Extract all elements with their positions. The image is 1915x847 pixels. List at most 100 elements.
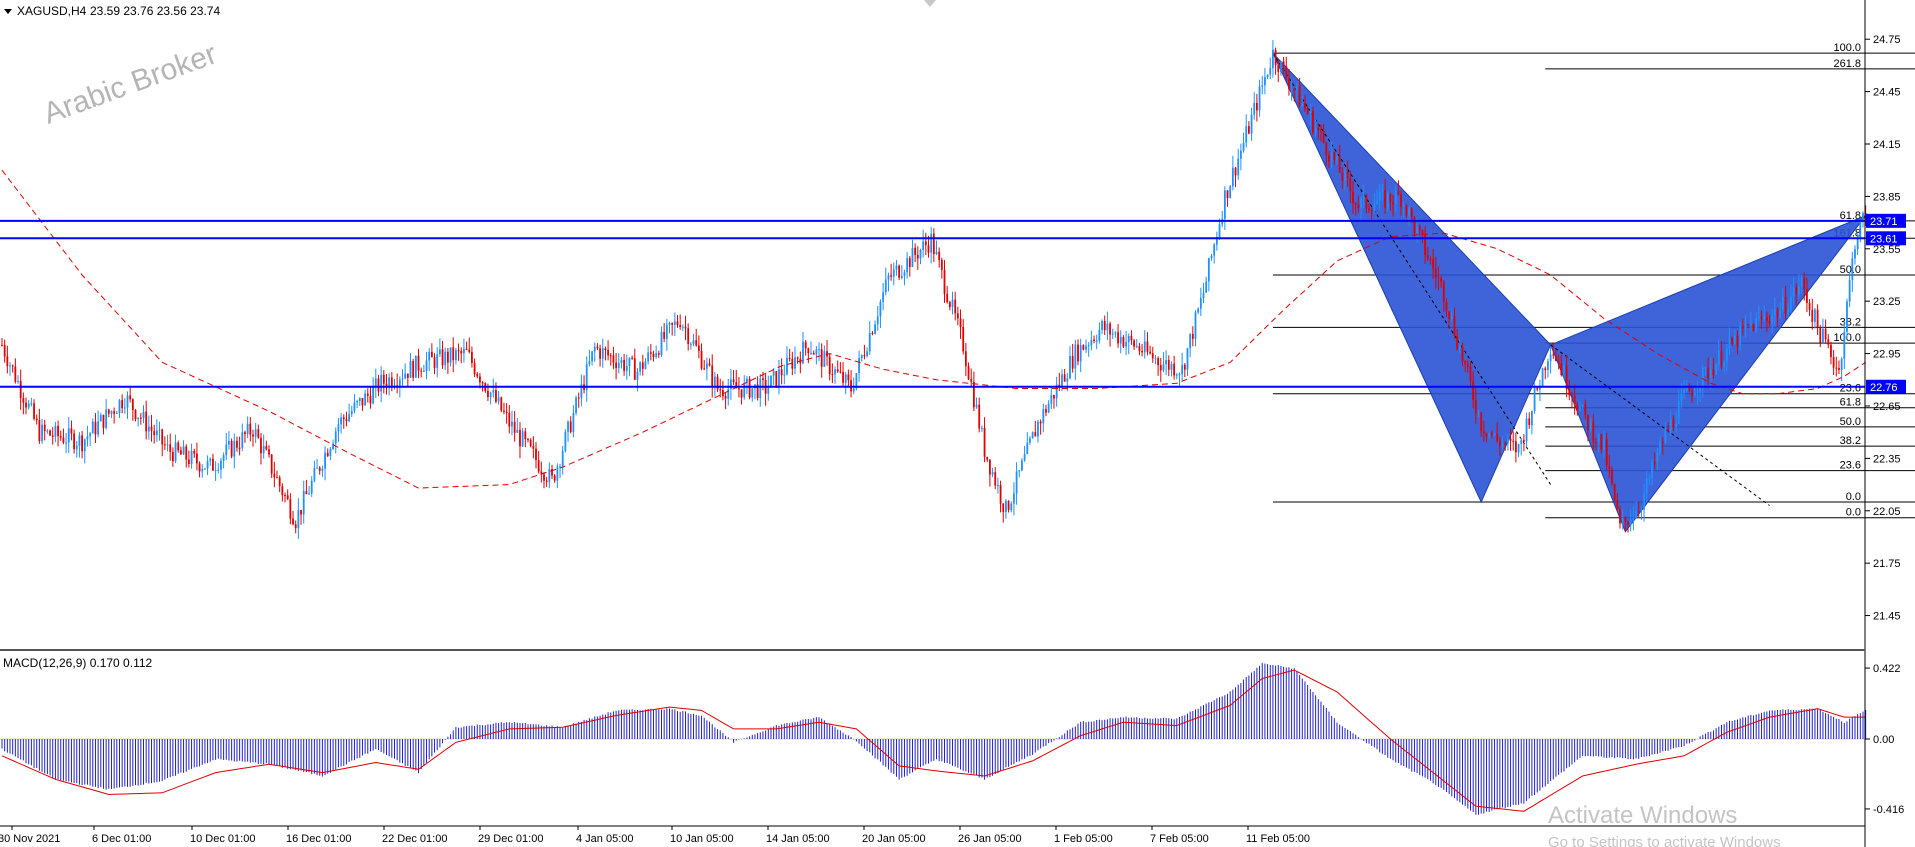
candle-body <box>895 265 898 270</box>
candle-body <box>700 350 703 369</box>
candle-body <box>564 431 567 451</box>
candle-body <box>265 446 268 450</box>
candle-body <box>369 395 372 404</box>
candle-body <box>1803 277 1806 290</box>
candle-body <box>1250 114 1253 134</box>
symbol-timeframe: XAGUSD,H4 <box>17 4 87 18</box>
candle-body <box>273 473 276 478</box>
candle-body <box>1293 88 1296 91</box>
candle-body <box>1576 404 1579 411</box>
fib-level-label: 0.0 <box>1846 507 1861 519</box>
candle-body <box>644 361 647 369</box>
trading-chart[interactable]: 100.061.850.038.223.60.0261.8161.8100.06… <box>0 0 1915 847</box>
candle-body <box>1328 155 1330 162</box>
candle-body <box>596 346 599 349</box>
candle-body <box>1466 363 1469 367</box>
candle-body <box>1445 302 1448 312</box>
candle-body <box>617 363 620 369</box>
candle-body <box>356 401 359 403</box>
candle-body <box>708 363 711 366</box>
candle-body <box>983 427 986 457</box>
candle-body <box>836 369 839 372</box>
candle-body <box>681 326 684 328</box>
candle-body <box>738 388 740 390</box>
candle-body <box>932 233 935 255</box>
candle-body <box>209 458 212 461</box>
candle-body <box>14 366 17 382</box>
candle-body <box>217 469 220 471</box>
candle-body <box>524 431 527 440</box>
candle-body <box>511 421 513 427</box>
candle-body <box>430 351 433 358</box>
candle-body <box>1362 194 1365 199</box>
candle-body <box>1832 356 1835 368</box>
candle-body <box>1816 309 1819 328</box>
candle-body <box>1536 387 1539 390</box>
candle-body <box>252 434 254 437</box>
candle-body <box>1309 110 1312 115</box>
candle-body <box>249 423 252 435</box>
candle-body <box>772 371 775 376</box>
candle-body <box>142 411 145 419</box>
candle-body <box>75 445 78 450</box>
candle-body <box>916 254 919 259</box>
candle-body <box>179 450 182 455</box>
candle-body <box>1165 359 1168 365</box>
candle-body <box>1752 323 1755 332</box>
candle-body <box>1611 469 1613 484</box>
candle-body <box>268 449 270 455</box>
candle-body <box>762 378 764 380</box>
candle-body <box>43 424 46 432</box>
candle-body <box>471 351 473 363</box>
candle-body <box>553 475 556 481</box>
candle-body <box>911 247 914 267</box>
candle-body <box>860 355 863 359</box>
candle-body <box>1039 421 1042 424</box>
candle-body <box>503 410 505 412</box>
candle-body <box>1045 409 1047 413</box>
candle-body <box>153 430 156 436</box>
candle-body <box>1659 441 1661 453</box>
candle-body <box>1154 358 1157 360</box>
price-tag-label: 22.76 <box>1870 382 1898 394</box>
candle-body <box>1047 403 1050 413</box>
time-tick-label: 26 Jan 05:00 <box>958 833 1022 845</box>
candle-body <box>1579 406 1581 411</box>
candle-body <box>847 374 850 381</box>
candle-body <box>1728 338 1731 349</box>
candle-body <box>1680 393 1683 402</box>
candle-body <box>1079 345 1082 362</box>
candle-body <box>62 437 65 443</box>
candle-body <box>1458 346 1461 350</box>
fib-level-label: 261.8 <box>1833 58 1861 70</box>
candle-body <box>548 469 551 482</box>
candle-body <box>1581 404 1584 407</box>
candle-body <box>1269 68 1272 75</box>
candle-body <box>1298 85 1301 107</box>
candle-body <box>778 369 780 386</box>
candle-body <box>91 421 94 434</box>
candle-body <box>1784 296 1787 314</box>
candle-body <box>313 468 316 481</box>
candle-body <box>1693 392 1696 397</box>
candle-body <box>636 371 639 380</box>
candle-body <box>1512 440 1515 442</box>
candle-body <box>310 480 313 494</box>
candle-body <box>1280 61 1282 72</box>
candle-body <box>1050 394 1053 404</box>
candle-body <box>639 362 642 372</box>
candle-body <box>1854 249 1856 259</box>
candle-body <box>73 433 75 450</box>
candle-body <box>831 374 834 376</box>
candle-body <box>1264 77 1266 86</box>
candle-body <box>81 435 83 452</box>
candle-body <box>673 321 676 325</box>
candle-body <box>46 430 49 432</box>
macd-title: MACD(12,26,9) 0.170 0.112 <box>3 656 153 670</box>
candle-body <box>705 363 708 369</box>
macd-tick-label: -0.416 <box>1873 804 1904 816</box>
candle-body <box>1106 323 1109 331</box>
candle-body <box>1814 309 1816 322</box>
candle-body <box>1635 511 1637 519</box>
candle-body <box>51 435 54 437</box>
